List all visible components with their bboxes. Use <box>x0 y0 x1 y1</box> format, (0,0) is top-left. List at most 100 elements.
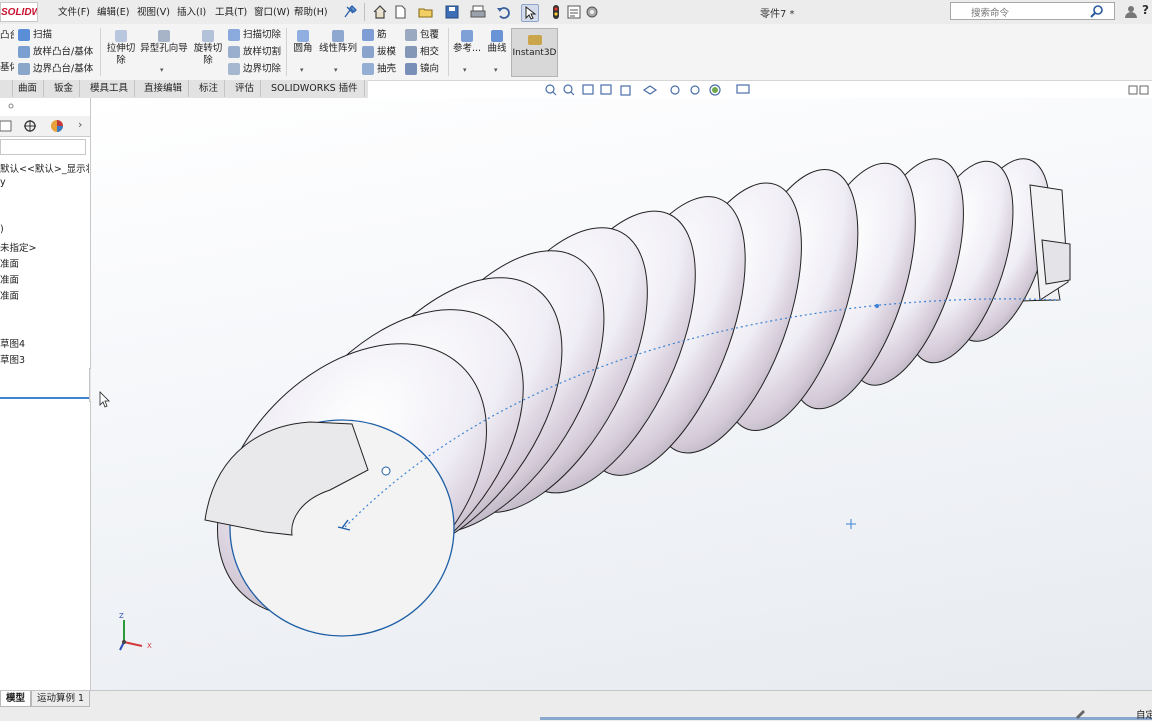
lofted-cut-icon <box>228 46 240 58</box>
origin-marker <box>846 519 856 529</box>
home-icon[interactable] <box>372 4 388 20</box>
save-icon[interactable] <box>444 4 460 20</box>
sweep-button[interactable]: 扫描 <box>18 29 52 42</box>
tab-direct-editing[interactable]: 直接编辑 <box>138 80 190 97</box>
solidworks-logo[interactable]: SOLIDWORKS <box>0 2 38 22</box>
curves-icon <box>491 30 503 42</box>
group-divider <box>448 28 449 76</box>
select-cursor-icon[interactable] <box>521 4 539 22</box>
display-manager-icon[interactable] <box>50 119 64 133</box>
curves-button[interactable]: 曲线 <box>486 30 508 55</box>
undo-icon[interactable] <box>496 4 512 20</box>
search-icon[interactable] <box>1090 4 1104 18</box>
help-button[interactable]: ? <box>1142 3 1149 17</box>
revolved-cut-label-2: 除 <box>203 54 213 66</box>
swept-cut-label: 扫描切除 <box>243 29 282 41</box>
configuration-manager-icon[interactable] <box>23 119 37 133</box>
hole-wizard-dropdown-icon[interactable]: ▾ <box>160 66 164 74</box>
tab-model[interactable]: 模型 <box>0 691 32 707</box>
heads-up-view-toolbar[interactable] <box>543 83 773 97</box>
menu-window[interactable]: 窗口(W) <box>254 4 290 18</box>
tab-mold-tools[interactable]: 模具工具 <box>84 80 136 97</box>
reference-geometry-label: 参考... <box>452 42 482 54</box>
intersect-button[interactable]: 相交 <box>405 46 439 59</box>
open-folder-icon[interactable] <box>418 4 434 20</box>
window-restore-icon[interactable] <box>1128 84 1150 96</box>
menu-tools[interactable]: 工具(T) <box>215 4 247 18</box>
options-gear-icon[interactable] <box>584 4 600 20</box>
panel-collapse-handle-icon[interactable] <box>8 103 14 109</box>
status-units-label[interactable]: 自定 <box>1136 707 1152 721</box>
boundary-cut-icon <box>228 63 240 75</box>
tree-history[interactable]: y <box>0 177 89 188</box>
boundary-cut-label: 边界切除 <box>243 63 282 75</box>
draft-button[interactable]: 拔模 <box>362 46 396 59</box>
loft-boss-button[interactable]: 放样凸台/基体 <box>18 46 93 59</box>
extruded-cut-button[interactable]: 拉伸切 除 <box>106 30 136 67</box>
menu-insert[interactable]: 插入(I) <box>177 4 206 18</box>
linear-pattern-button[interactable]: 线性阵列 <box>318 30 358 55</box>
threaded-part-model[interactable] <box>91 98 1152 690</box>
wrap-button[interactable]: 包覆 <box>405 29 439 42</box>
instant3d-label: Instant3D <box>512 48 557 58</box>
tab-surfaces[interactable]: 曲面 <box>12 80 45 97</box>
document-title: 零件7 * <box>760 9 795 20</box>
pin-icon[interactable] <box>343 5 357 19</box>
rollback-bar[interactable] <box>0 397 89 399</box>
tree-sensors[interactable]: ) <box>0 224 89 235</box>
search-placeholder: 搜索命令 <box>971 8 1010 19</box>
status-edit-icon[interactable] <box>1074 707 1086 719</box>
toolbar-divider <box>364 3 365 21</box>
tab-evaluate[interactable]: 评估 <box>229 80 262 97</box>
fillet-dropdown-icon[interactable]: ▾ <box>300 66 304 74</box>
revolved-cut-button[interactable]: 旋转切 除 <box>192 30 224 67</box>
menu-edit[interactable]: 编辑(E) <box>97 4 129 18</box>
fillet-icon <box>297 30 309 42</box>
tree-configuration[interactable]: 默认<<默认>_显示状 <box>0 161 89 175</box>
hole-wizard-button[interactable]: 异型孔向导 <box>138 30 190 55</box>
swept-cut-button[interactable]: 扫描切除 <box>228 29 281 42</box>
linear-pattern-dropdown-icon[interactable]: ▾ <box>334 66 338 74</box>
tree-sketch3[interactable]: 草图3 <box>0 352 89 366</box>
panel-scroll-right-icon[interactable]: › <box>78 118 82 131</box>
tree-material[interactable]: 未指定> <box>0 240 89 254</box>
tree-right-plane[interactable]: 准面 <box>0 288 89 302</box>
sweep-icon <box>18 29 30 41</box>
boundary-boss-button[interactable]: 边界凸台/基体 <box>18 63 93 76</box>
triad-x-label: X <box>147 642 152 650</box>
loft-boss-label: 放样凸台/基体 <box>33 46 94 58</box>
boundary-boss-label: 边界凸台/基体 <box>33 63 94 75</box>
shell-button[interactable]: 抽壳 <box>362 63 396 76</box>
instant3d-button[interactable]: Instant3D <box>511 28 558 77</box>
rib-button[interactable]: 筋 <box>362 29 387 42</box>
tree-sketch4[interactable]: 草图4 <box>0 336 89 350</box>
feature-filter-input[interactable] <box>0 139 86 155</box>
tree-top-plane[interactable]: 准面 <box>0 272 89 286</box>
boundary-cut-button[interactable]: 边界切除 <box>228 63 281 76</box>
tab-markup[interactable]: 标注 <box>193 80 226 97</box>
mirror-button[interactable]: 镜向 <box>405 63 439 76</box>
fillet-button[interactable]: 圆角 <box>290 30 316 55</box>
rebuild-icon[interactable] <box>549 4 565 20</box>
user-account-icon[interactable] <box>1124 4 1138 18</box>
print-icon[interactable] <box>470 4 486 20</box>
new-document-icon[interactable] <box>392 4 408 20</box>
curves-dropdown-icon[interactable]: ▾ <box>494 66 498 74</box>
intersect-label: 相交 <box>420 46 440 58</box>
menu-file[interactable]: 文件(F) <box>58 4 90 18</box>
wrap-icon <box>405 29 417 41</box>
shell-icon <box>362 63 374 75</box>
reference-dropdown-icon[interactable]: ▾ <box>463 66 467 74</box>
boss-partial-label-2[interactable]: 基体 <box>0 62 14 74</box>
file-properties-icon[interactable] <box>566 4 582 20</box>
menu-view[interactable]: 视图(V) <box>137 4 170 18</box>
reference-geometry-button[interactable]: 参考... <box>452 30 482 55</box>
tree-front-plane[interactable]: 准面 <box>0 256 89 270</box>
tab-solidworks-addins[interactable]: SOLIDWORKS 插件 <box>265 80 365 97</box>
menu-help[interactable]: 帮助(H) <box>294 4 328 18</box>
tab-sheet-metal[interactable]: 钣金 <box>48 80 81 97</box>
lofted-cut-button[interactable]: 放样切割 <box>228 46 281 59</box>
property-manager-icon[interactable] <box>0 119 14 133</box>
boss-partial-label-1[interactable]: 凸台 <box>0 30 14 42</box>
tab-motion-study-1[interactable]: 运动算例 1 <box>31 691 91 707</box>
